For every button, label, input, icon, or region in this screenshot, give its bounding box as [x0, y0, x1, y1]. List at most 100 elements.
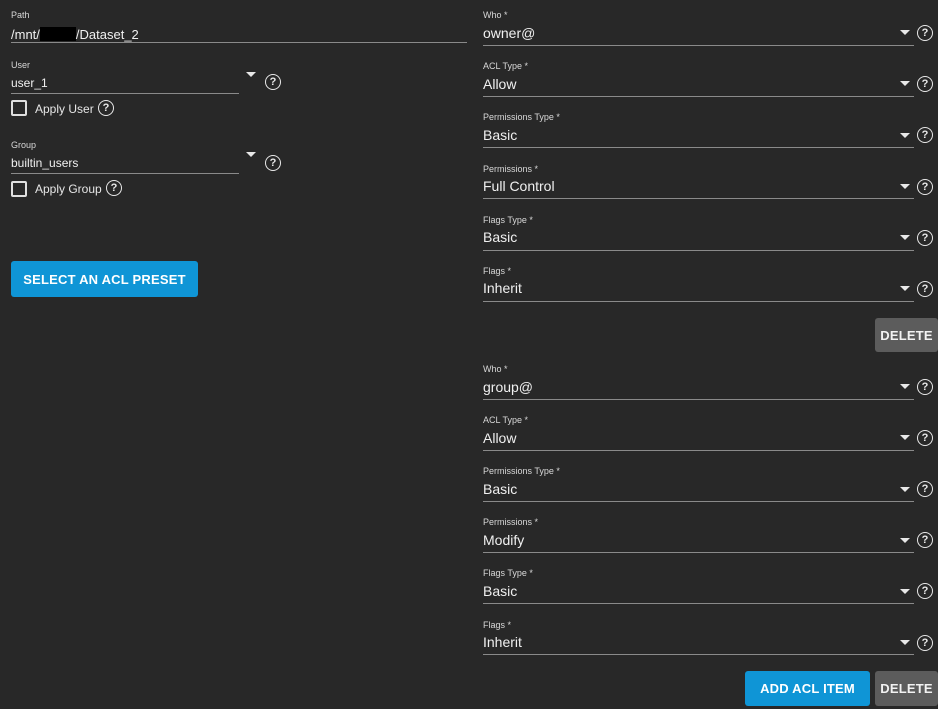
acl2-flags-label: Flags *	[483, 620, 512, 630]
group-underline	[11, 173, 239, 174]
acl1-permissions-underline	[483, 198, 914, 199]
acl2-permissions-label: Permissions *	[483, 517, 539, 527]
group-select[interactable]: Group builtin_users	[11, 140, 239, 180]
apply-group-label: Apply Group	[35, 182, 102, 196]
path-label: Path	[11, 10, 30, 20]
acl1-flags-type-help-icon[interactable]: ?	[917, 230, 933, 246]
acl2-who-caret-icon[interactable]	[900, 384, 910, 389]
acl2-who-value: group@	[483, 379, 534, 395]
acl1-flags-type-select[interactable]: Flags Type * Basic	[483, 215, 914, 255]
user-value: user_1	[11, 76, 48, 90]
group-value: builtin_users	[11, 156, 79, 170]
acl2-flags-caret-icon[interactable]	[900, 640, 910, 645]
acl1-permissions-caret-icon[interactable]	[900, 184, 910, 189]
acl1-flags-type-underline	[483, 250, 914, 251]
user-dropdown-caret-icon[interactable]	[246, 72, 256, 77]
acl1-flags-value: Inherit	[483, 280, 522, 296]
acl2-permissions-select[interactable]: Permissions * Modify	[483, 517, 914, 557]
acl1-permissions-type-select[interactable]: Permissions Type * Basic	[483, 112, 914, 152]
acl2-permissions-type-value: Basic	[483, 481, 518, 497]
acl1-acl-type-caret-icon[interactable]	[900, 81, 910, 86]
acl1-who-value: owner@	[483, 25, 536, 41]
user-select[interactable]: User user_1	[11, 60, 239, 100]
acl1-who-help-icon[interactable]: ?	[917, 25, 933, 41]
acl1-acl-type-underline	[483, 96, 914, 97]
acl2-acl-type-label: ACL Type *	[483, 415, 529, 425]
user-label: User	[11, 60, 31, 70]
acl2-flags-type-help-icon[interactable]: ?	[917, 583, 933, 599]
acl2-acl-type-caret-icon[interactable]	[900, 435, 910, 440]
acl2-permissions-type-underline	[483, 501, 914, 502]
user-underline	[11, 93, 239, 94]
acl1-permissions-label: Permissions *	[483, 164, 539, 174]
acl1-flags-help-icon[interactable]: ?	[917, 281, 933, 297]
redacted-block	[39, 27, 76, 41]
acl1-flags-underline	[483, 301, 914, 302]
acl2-permissions-underline	[483, 552, 914, 553]
path-value[interactable]: /mnt/ /Dataset_2	[11, 27, 139, 42]
acl1-who-caret-icon[interactable]	[900, 30, 910, 35]
apply-user-checkbox[interactable]	[11, 100, 27, 116]
path-prefix: /mnt/	[11, 27, 40, 42]
acl2-flags-type-select[interactable]: Flags Type * Basic	[483, 568, 914, 608]
acl1-flags-type-caret-icon[interactable]	[900, 235, 910, 240]
acl1-permissions-type-value: Basic	[483, 127, 518, 143]
acl1-permissions-select[interactable]: Permissions * Full Control	[483, 164, 914, 204]
acl2-flags-type-underline	[483, 603, 914, 604]
acl2-permissions-type-select[interactable]: Permissions Type * Basic	[483, 466, 914, 506]
acl1-permissions-value: Full Control	[483, 178, 555, 194]
acl1-flags-select[interactable]: Flags * Inherit	[483, 266, 914, 306]
group-help-icon[interactable]: ?	[265, 155, 281, 171]
apply-group-checkbox[interactable]	[11, 181, 27, 197]
acl2-flags-help-icon[interactable]: ?	[917, 635, 933, 651]
acl1-permissions-type-underline	[483, 147, 914, 148]
apply-user-help-icon[interactable]: ?	[98, 100, 114, 116]
acl1-who-label: Who *	[483, 10, 508, 20]
acl2-delete-button[interactable]: DELETE	[875, 671, 938, 706]
acl2-flags-underline	[483, 654, 914, 655]
acl2-who-label: Who *	[483, 364, 508, 374]
acl1-flags-type-value: Basic	[483, 229, 518, 245]
acl1-permissions-type-label: Permissions Type *	[483, 112, 560, 122]
group-dropdown-caret-icon[interactable]	[246, 152, 256, 157]
acl2-who-help-icon[interactable]: ?	[917, 379, 933, 395]
acl-editor: Path /mnt/ /Dataset_2 User user_1 ? Apply…	[0, 0, 938, 709]
apply-group-help-icon[interactable]: ?	[106, 180, 122, 196]
path-underline	[11, 42, 467, 43]
acl2-permissions-caret-icon[interactable]	[900, 538, 910, 543]
acl1-permissions-type-help-icon[interactable]: ?	[917, 127, 933, 143]
acl2-who-select[interactable]: Who * group@	[483, 364, 914, 404]
add-acl-item-button[interactable]: ADD ACL ITEM	[745, 671, 870, 706]
acl2-flags-select[interactable]: Flags * Inherit	[483, 620, 914, 660]
acl1-acl-type-value: Allow	[483, 76, 517, 92]
acl1-acl-type-label: ACL Type *	[483, 61, 529, 71]
acl2-acl-type-select[interactable]: ACL Type * Allow	[483, 415, 914, 455]
acl1-acl-type-select[interactable]: ACL Type * Allow	[483, 61, 914, 101]
acl2-flags-value: Inherit	[483, 634, 522, 650]
acl1-who-select[interactable]: Who * owner@	[483, 10, 914, 50]
acl1-who-underline	[483, 45, 914, 46]
acl2-acl-type-value: Allow	[483, 430, 517, 446]
acl2-flags-type-label: Flags Type *	[483, 568, 533, 578]
path-suffix: /Dataset_2	[75, 27, 139, 42]
acl2-who-underline	[483, 399, 914, 400]
acl2-permissions-type-help-icon[interactable]: ?	[917, 481, 933, 497]
select-acl-preset-button[interactable]: SELECT AN ACL PRESET	[11, 261, 198, 297]
acl1-acl-type-help-icon[interactable]: ?	[917, 76, 933, 92]
acl2-flags-type-caret-icon[interactable]	[900, 589, 910, 594]
user-help-icon[interactable]: ?	[265, 74, 281, 90]
acl2-acl-type-help-icon[interactable]: ?	[917, 430, 933, 446]
acl2-permissions-help-icon[interactable]: ?	[917, 532, 933, 548]
acl1-flags-caret-icon[interactable]	[900, 286, 910, 291]
acl2-permissions-value: Modify	[483, 532, 525, 548]
acl2-permissions-type-caret-icon[interactable]	[900, 487, 910, 492]
acl1-delete-button[interactable]: DELETE	[875, 318, 938, 352]
path-field: Path /mnt/ /Dataset_2	[11, 10, 467, 50]
acl2-permissions-type-label: Permissions Type *	[483, 466, 560, 476]
acl1-permissions-help-icon[interactable]: ?	[917, 179, 933, 195]
acl2-flags-type-value: Basic	[483, 583, 518, 599]
acl1-permissions-type-caret-icon[interactable]	[900, 133, 910, 138]
group-label: Group	[11, 140, 37, 150]
acl1-flags-label: Flags *	[483, 266, 512, 276]
acl2-acl-type-underline	[483, 450, 914, 451]
